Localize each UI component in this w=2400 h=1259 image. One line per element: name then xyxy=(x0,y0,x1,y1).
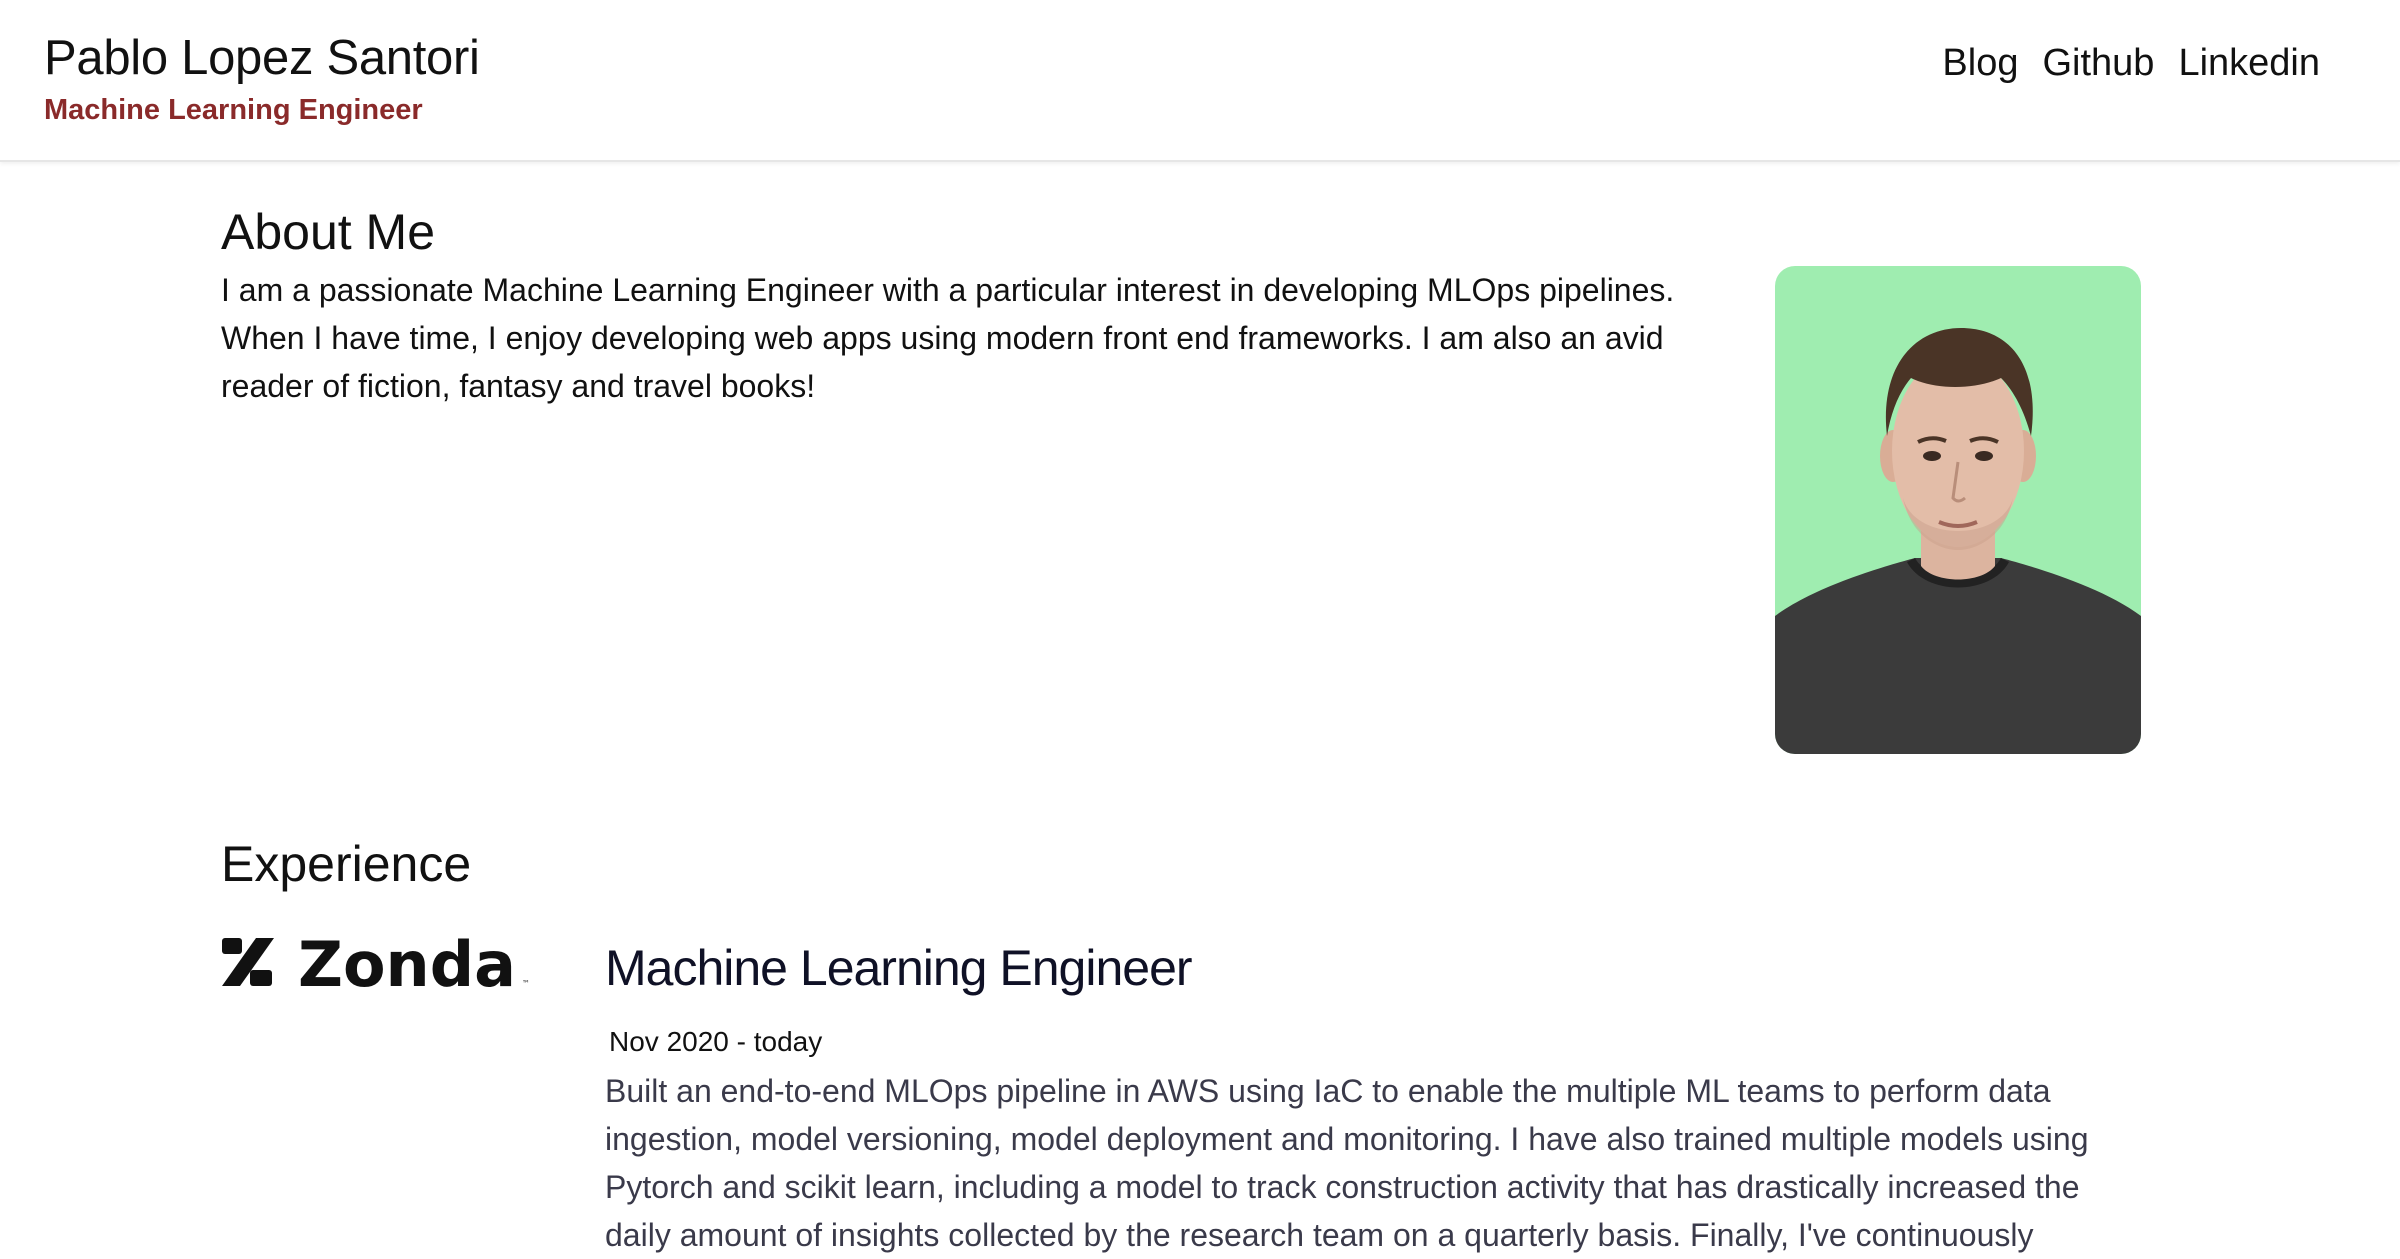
zonda-logo-text: Zonda xyxy=(298,930,516,1000)
job-description: Built an end-to-end MLOps pipeline in AW… xyxy=(605,1073,2089,1253)
profile-photo xyxy=(1775,266,2141,754)
site-header: Pablo Lopez Santori Machine Learning Eng… xyxy=(0,0,2400,162)
experience-heading: Experience xyxy=(221,836,472,892)
job-title: Machine Learning Engineer xyxy=(605,940,1193,996)
site-title[interactable]: Pablo Lopez Santori xyxy=(44,28,480,88)
site-subtitle: Machine Learning Engineer xyxy=(44,94,423,126)
about-heading: About Me xyxy=(221,204,436,260)
zonda-logo: Zonda ™ xyxy=(220,928,530,1001)
nav-link-linkedin[interactable]: Linkedin xyxy=(2178,38,2320,88)
job-dates: Nov 2020 - today xyxy=(609,1026,823,1057)
about-text: I am a passionate Machine Learning Engin… xyxy=(221,272,1675,404)
nav-link-github[interactable]: Github xyxy=(2042,38,2154,88)
zonda-logo-mark: Zonda ™ xyxy=(222,928,530,1001)
nav-link-blog[interactable]: Blog xyxy=(1942,38,2018,88)
main-nav: Blog Github Linkedin xyxy=(1942,38,2320,88)
profile-photo-illustration xyxy=(1775,328,2141,754)
svg-text:™: ™ xyxy=(522,979,530,988)
